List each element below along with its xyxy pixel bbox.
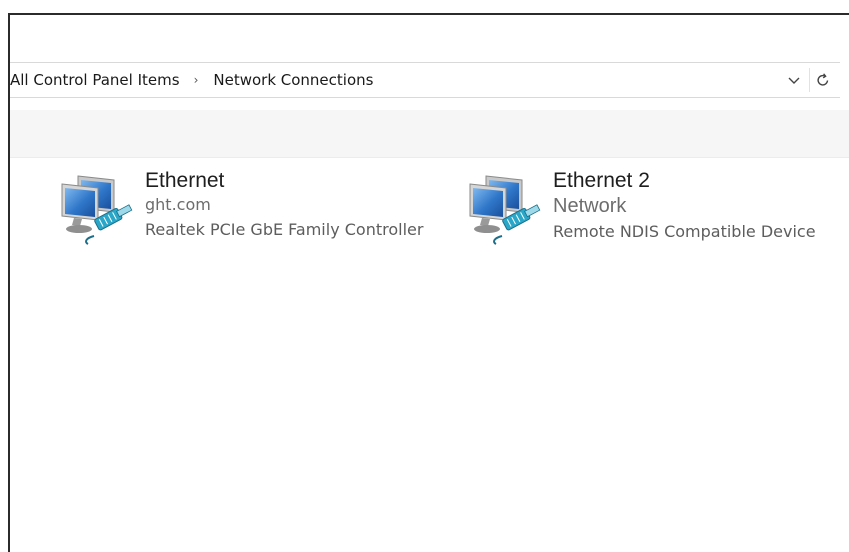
connection-device: Remote NDIS Compatible Device [553,222,816,241]
command-toolbar [10,110,849,158]
window-border-top [8,13,849,15]
connection-text: Ethernet ght.com Realtek PCIe GbE Family… [145,168,423,244]
connection-name: Ethernet [145,169,225,192]
address-bar[interactable]: All Control Panel Items › Network Connecti… [10,62,840,98]
connection-item-ethernet-2[interactable]: Ethernet 2 Network Remote NDIS Compatibl… [466,168,844,250]
connection-status: ght.com [145,195,211,214]
network-connection-icon [466,172,546,246]
network-connections-window: All Control Panel Items › Network Connecti… [0,0,849,552]
address-bar-divider [809,68,810,92]
connection-item-ethernet[interactable]: Ethernet ght.com Realtek PCIe GbE Family… [58,168,448,250]
connection-status: Network [553,195,627,217]
breadcrumb-separator[interactable]: › [194,63,199,97]
breadcrumb-network-connections[interactable]: Network Connections [213,63,373,97]
network-connection-icon [58,172,138,246]
connection-text: Ethernet 2 Network Remote NDIS Compatibl… [553,168,816,246]
breadcrumb-all-control-panel-items[interactable]: All Control Panel Items [10,63,180,97]
breadcrumb: All Control Panel Items › Network Connecti… [10,63,373,97]
connection-device: Realtek PCIe GbE Family Controller [145,220,424,239]
chevron-down-icon[interactable] [786,72,802,88]
refresh-icon[interactable] [814,71,832,89]
connection-name: Ethernet 2 [553,169,650,192]
